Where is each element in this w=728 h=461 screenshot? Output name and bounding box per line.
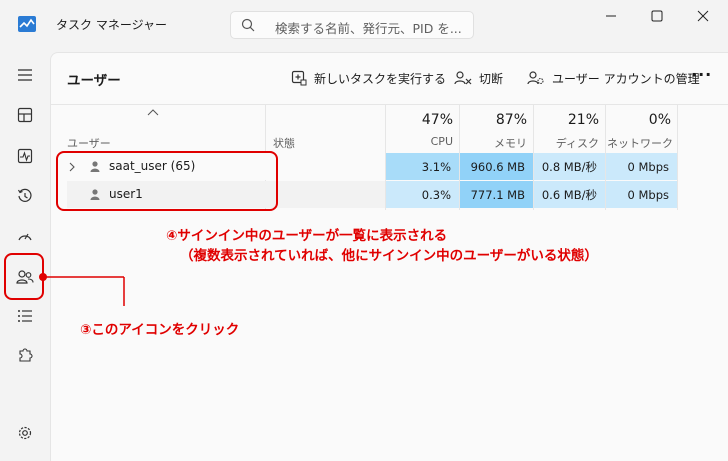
task-manager-icon xyxy=(18,16,36,32)
processes-icon xyxy=(17,107,33,123)
manage-accounts-icon xyxy=(527,71,544,85)
cpu-total[interactable]: 47% xyxy=(387,112,453,128)
search-placeholder: 検索する名前、発行元、PID を... xyxy=(275,21,462,36)
memory-cell: 960.6 MB xyxy=(460,153,533,180)
manage-accounts-button[interactable]: ユーザー アカウントの管理 xyxy=(527,67,700,89)
cpu-cell: 3.1% xyxy=(386,153,459,180)
network-header[interactable]: ネットワーク xyxy=(607,135,673,151)
search-icon xyxy=(241,18,255,32)
nav-services[interactable] xyxy=(8,338,42,372)
disk-cell: 0.8 MB/秒 xyxy=(534,153,605,180)
disk-cell: 0.6 MB/秒 xyxy=(534,181,605,208)
sort-up-icon[interactable] xyxy=(147,109,159,116)
page-title: ユーザー xyxy=(67,73,121,89)
close-icon[interactable] xyxy=(688,8,718,24)
annotation-click-icon: ③このアイコンをクリック xyxy=(80,322,240,338)
services-puzzle-icon xyxy=(19,348,33,362)
nav-processes[interactable] xyxy=(8,98,42,132)
disconnect-label: 切断 xyxy=(479,71,504,86)
network-cell: 0 Mbps xyxy=(606,153,677,180)
disconnect-button[interactable]: 切断 xyxy=(454,67,503,89)
memory-total[interactable]: 87% xyxy=(461,112,527,128)
memory-header[interactable]: メモリ xyxy=(461,135,527,151)
col-status-header[interactable]: 状態 xyxy=(273,135,295,151)
annotation-users-listed: ④サインイン中のユーザーが一覧に表示される xyxy=(166,228,448,244)
nav-app-history[interactable] xyxy=(8,179,42,213)
new-task-icon xyxy=(291,70,307,86)
new-task-button[interactable]: 新しいタスクを実行する xyxy=(291,67,446,89)
title-bar: タスク マネージャー 検索する名前、発行元、PID を... xyxy=(0,0,728,50)
network-cell: 0 Mbps xyxy=(606,181,677,208)
nav-performance[interactable] xyxy=(8,139,42,173)
maximize-icon[interactable] xyxy=(642,8,672,24)
window-title: タスク マネージャー xyxy=(56,18,167,32)
annotation-multiple-users: （複数表示されていれば、他にサインイン中のユーザーがいる状態） xyxy=(180,248,598,264)
hamburger-menu-button[interactable] xyxy=(8,58,42,92)
history-icon xyxy=(17,188,32,202)
nav-settings[interactable] xyxy=(8,416,42,450)
hamburger-icon xyxy=(18,69,32,81)
nav-startup-apps[interactable] xyxy=(8,219,42,253)
cpu-header[interactable]: CPU xyxy=(387,135,453,148)
memory-cell: 777.1 MB xyxy=(460,181,533,208)
disk-header[interactable]: ディスク xyxy=(535,135,599,151)
disk-total[interactable]: 21% xyxy=(535,112,599,128)
more-options-button[interactable]: ··· xyxy=(691,65,712,84)
search-box[interactable]: 検索する名前、発行元、PID を... xyxy=(230,11,474,39)
col-user-header[interactable]: ユーザー xyxy=(67,135,111,151)
minimize-icon[interactable] xyxy=(596,8,626,24)
new-task-label: 新しいタスクを実行する xyxy=(314,71,447,86)
cpu-cell: 0.3% xyxy=(386,181,459,208)
startup-gauge-icon xyxy=(18,233,32,241)
disconnect-icon xyxy=(454,71,472,85)
header-divider xyxy=(51,104,728,105)
network-total[interactable]: 0% xyxy=(607,112,671,128)
annotation-highlight-rows xyxy=(56,151,278,211)
details-list-icon xyxy=(18,310,32,322)
manage-accounts-label: ユーザー アカウントの管理 xyxy=(552,71,700,86)
gear-icon xyxy=(18,426,32,440)
performance-icon xyxy=(17,148,33,164)
annotation-connector xyxy=(39,273,125,306)
